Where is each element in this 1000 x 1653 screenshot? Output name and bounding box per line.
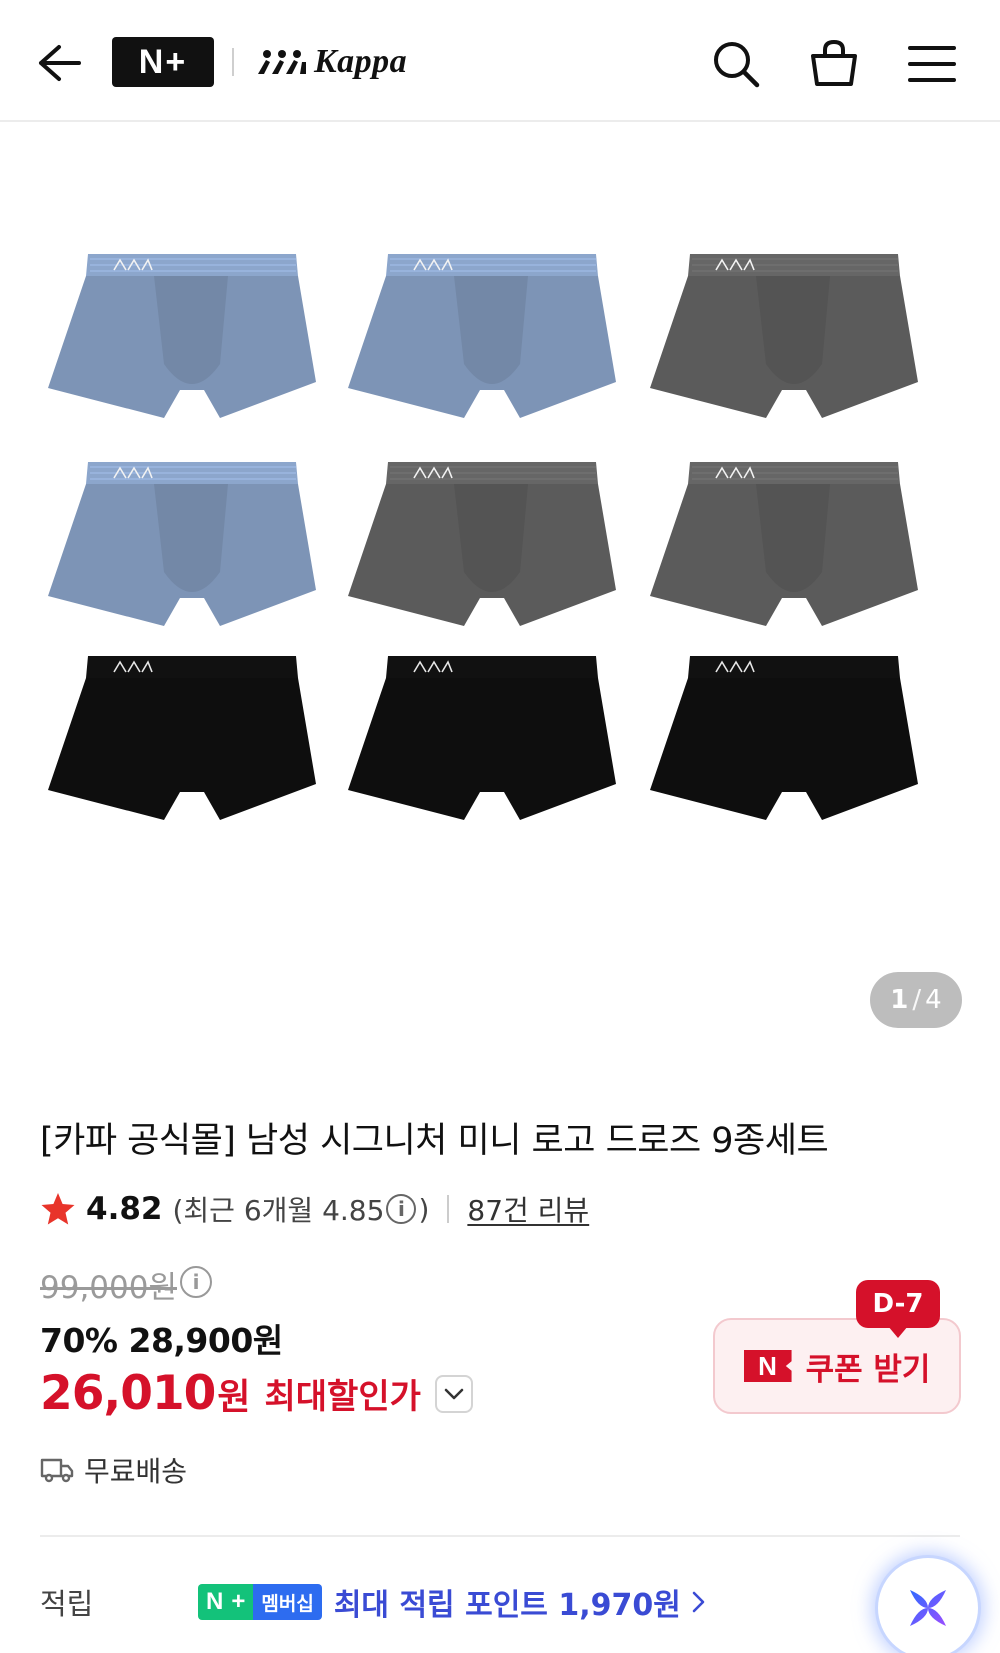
truck-icon [40, 1458, 74, 1483]
product-image-gallery[interactable] [0, 124, 1000, 1044]
chevron-right-icon [692, 1591, 705, 1613]
brand-name: Kappa [314, 43, 408, 80]
naver-coupon-icon: N [743, 1350, 792, 1382]
search-icon [714, 42, 760, 88]
naver-plus-membership-badge: N + 멤버십 [198, 1584, 322, 1620]
boxer-trunk-item [48, 462, 316, 626]
recent-rating: (최근 6개월 4.85 i ) [173, 1189, 430, 1229]
membership-plus: + [231, 1588, 246, 1615]
rating-divider [447, 1195, 450, 1223]
arrow-left-icon [39, 45, 81, 81]
boxer-trunk-item [348, 254, 616, 418]
rating-value: 4.82 [86, 1191, 163, 1227]
price-info-icon[interactable]: i [180, 1266, 212, 1298]
shopping-bag-icon [811, 39, 857, 86]
image-page-indicator: 1 / 4 [870, 972, 962, 1028]
section-divider [40, 1535, 960, 1537]
coupon-label: 쿠폰 받기 [805, 1351, 931, 1388]
max-discount-price: 26,010 [40, 1366, 216, 1421]
membership-badge-logo: N + [198, 1584, 254, 1620]
recent-rating-close: ) [418, 1192, 430, 1226]
coupon-download-button[interactable]: N 쿠폰 받기 [713, 1318, 961, 1414]
brand-logo[interactable]: Kappa [256, 40, 407, 84]
points-label: 적립 [40, 1587, 94, 1621]
search-button[interactable] [708, 36, 764, 92]
chevron-down-icon [444, 1388, 464, 1399]
back-button[interactable] [34, 38, 84, 88]
max-discount-label: 최대할인가 [264, 1377, 421, 1417]
ai-sparkle-icon [910, 1590, 946, 1626]
top-header: N+ Kappa [0, 0, 1000, 122]
original-price: 99,000원 [40, 1270, 177, 1306]
boxer-trunk-item [650, 462, 918, 626]
boxer-trunk-item [348, 462, 616, 626]
total-pages: 4 [925, 985, 942, 1015]
ai-assistant-button[interactable] [878, 1558, 978, 1653]
naver-plus-store-logo[interactable]: N+ [112, 37, 214, 87]
max-price-unit: 원 [217, 1376, 251, 1418]
recent-rating-text: (최근 6개월 4.85 [172, 1194, 385, 1227]
boxer-trunk-item [650, 254, 918, 418]
membership-n: N [206, 1588, 224, 1615]
rating-row: 4.82 (최근 6개월 4.85 i ) 87건 리뷰 [40, 1186, 589, 1232]
max-points-text: 최대 적립 포인트 1,970원 [333, 1588, 681, 1623]
coupon-dday-badge: D-7 [856, 1280, 940, 1328]
boxer-trunk-item [48, 254, 316, 418]
badge-pointer [888, 1326, 908, 1338]
max-discount-row: 26,010 원 최대할인가 [40, 1366, 473, 1421]
product-photo [48, 254, 918, 820]
points-link[interactable]: N + 멤버십 최대 적립 포인트 1,970원 [198, 1580, 707, 1624]
logo-divider [232, 48, 234, 76]
current-page: 1 [890, 985, 909, 1015]
kappa-omini-icon [258, 50, 306, 74]
hamburger-menu-icon [908, 46, 956, 82]
cart-button[interactable] [806, 36, 862, 92]
menu-button[interactable] [904, 36, 960, 92]
store-logo-text: N+ [138, 42, 188, 81]
shipping-text: 무료배송 [84, 1455, 188, 1488]
boxer-trunk-item [48, 656, 316, 820]
review-count-link[interactable]: 87건 리뷰 [467, 1189, 589, 1229]
discount-price: 70% 28,900원 [40, 1321, 283, 1360]
product-title: [카파 공식몰] 남성 시그니처 미니 로고 드로즈 9종세트 [40, 1121, 829, 1161]
boxer-trunk-item [650, 656, 918, 820]
info-icon[interactable]: i [386, 1194, 417, 1224]
expand-discount-button[interactable] [434, 1374, 473, 1413]
star-icon [41, 1193, 75, 1225]
page-separator: / [912, 985, 922, 1015]
boxer-trunk-item [348, 656, 616, 820]
membership-badge-text: 멤버십 [253, 1584, 322, 1620]
shipping-info: 무료배송 [40, 1450, 187, 1490]
